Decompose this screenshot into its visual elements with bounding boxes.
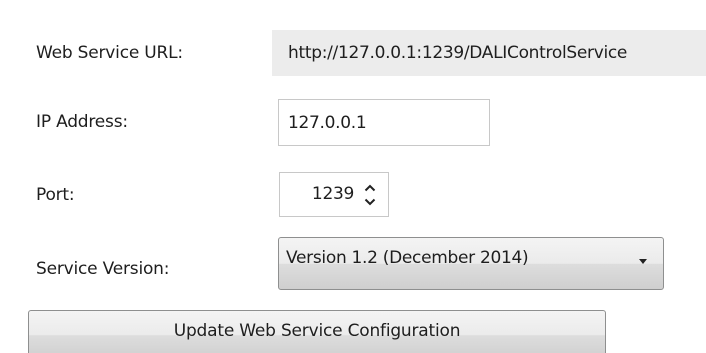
service-version-label: Service Version: [36,259,170,279]
web-service-settings-panel: Web Service URL: http://127.0.0.1:1239/D… [0,0,706,353]
chevron-up-icon [364,184,376,192]
update-button-label: Update Web Service Configuration [173,321,461,341]
web-service-url-field: http://127.0.0.1:1239/DALIControlService [272,30,706,76]
service-version-select[interactable]: Version 1.2 (December 2014) [278,237,664,290]
port-stepper[interactable]: 1239 [279,172,389,217]
port-increment-button[interactable] [360,181,380,195]
port-spinner [360,181,380,209]
update-web-service-configuration-button[interactable]: Update Web Service Configuration [28,310,606,353]
chevron-down-icon [364,198,376,206]
web-service-url-label: Web Service URL: [36,43,183,63]
port-value: 1239 [311,184,354,204]
ip-address-input[interactable] [278,99,490,146]
ip-address-label: IP Address: [36,112,128,132]
port-decrement-button[interactable] [360,195,380,209]
service-version-value: Version 1.2 (December 2014) [286,248,529,268]
port-label: Port: [36,185,75,205]
triangle-down-icon [639,259,647,264]
